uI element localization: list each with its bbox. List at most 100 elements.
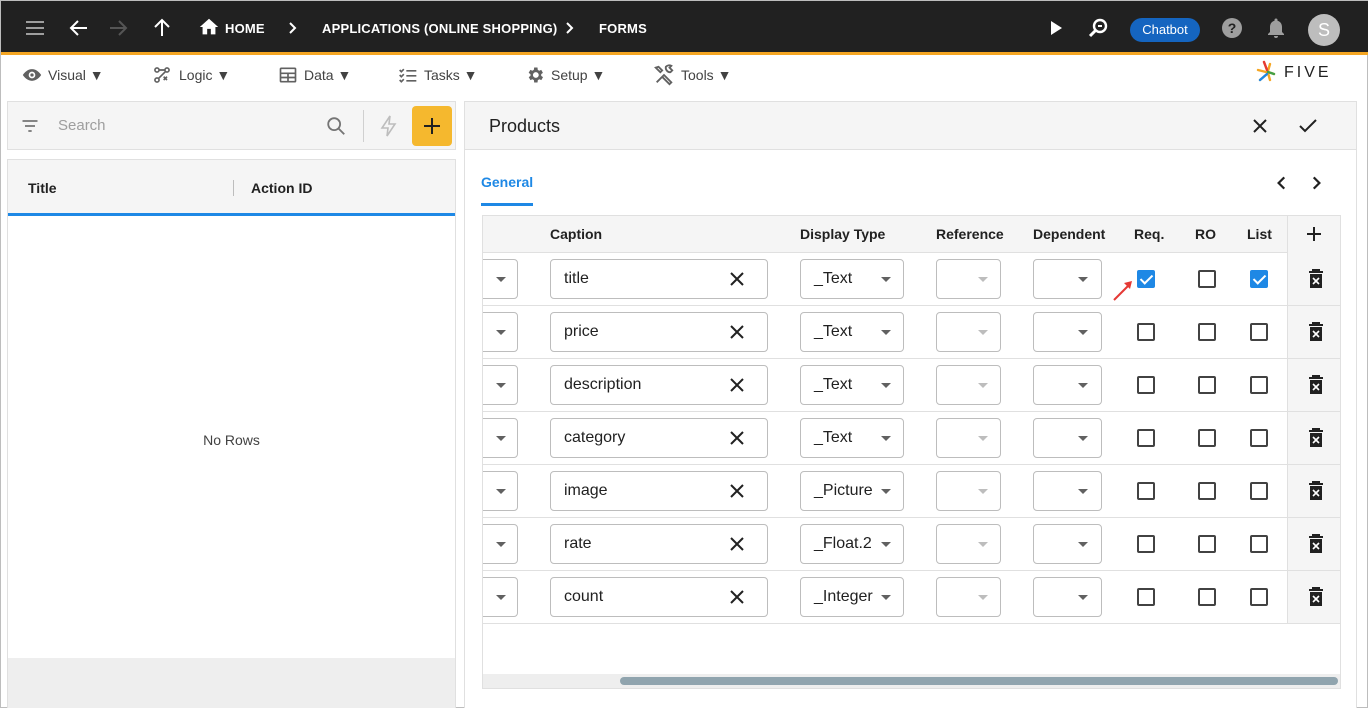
caption-input[interactable]: image	[550, 471, 768, 511]
read-only-checkbox[interactable]	[1198, 535, 1216, 553]
list-checkbox[interactable]	[1250, 270, 1268, 288]
caption-input[interactable]: title	[550, 259, 768, 299]
read-only-checkbox[interactable]	[1198, 323, 1216, 341]
chevron-right-icon[interactable]	[1307, 174, 1325, 192]
dependent-select[interactable]	[1033, 418, 1102, 458]
display-type-select[interactable]: _Text	[800, 312, 904, 352]
home-icon[interactable]	[198, 16, 222, 40]
caption-input[interactable]: description	[550, 365, 768, 405]
breadcrumb-applications[interactable]: APPLICATIONS (ONLINE SHOPPING)	[322, 21, 557, 36]
delete-trash-icon[interactable]	[1308, 375, 1324, 395]
dependent-select[interactable]	[1033, 471, 1102, 511]
dependent-select[interactable]	[1033, 577, 1102, 617]
list-checkbox[interactable]	[1250, 535, 1268, 553]
hamburger-menu-icon[interactable]	[23, 16, 47, 40]
notification-bell-icon[interactable]	[1264, 16, 1288, 40]
field-select[interactable]	[483, 524, 518, 564]
dependent-select[interactable]	[1033, 312, 1102, 352]
search-input[interactable]: Search	[58, 117, 106, 134]
read-only-checkbox[interactable]	[1198, 429, 1216, 447]
menu-logic[interactable]: Logic ▼	[151, 64, 230, 86]
close-icon[interactable]	[1248, 114, 1272, 138]
field-select[interactable]	[483, 471, 518, 511]
dependent-select[interactable]	[1033, 524, 1102, 564]
menu-setup[interactable]: Setup ▼	[525, 64, 605, 86]
list-checkbox[interactable]	[1250, 429, 1268, 447]
column-header-title[interactable]: Title	[28, 180, 57, 196]
clear-x-icon[interactable]	[729, 271, 745, 287]
menu-data[interactable]: Data ▼	[278, 64, 351, 86]
required-checkbox[interactable]	[1137, 270, 1155, 288]
list-checkbox[interactable]	[1250, 376, 1268, 394]
tab-general[interactable]: General	[481, 174, 533, 190]
read-only-checkbox[interactable]	[1198, 270, 1216, 288]
delete-trash-icon[interactable]	[1308, 269, 1324, 289]
caption-input[interactable]: category	[550, 418, 768, 458]
play-icon[interactable]	[1043, 16, 1067, 40]
debug-search-icon[interactable]	[1086, 16, 1110, 40]
horizontal-scrollbar[interactable]	[483, 674, 1340, 688]
read-only-checkbox[interactable]	[1198, 482, 1216, 500]
required-checkbox[interactable]	[1137, 588, 1155, 606]
reference-select[interactable]	[936, 365, 1001, 405]
search-icon[interactable]	[325, 115, 347, 137]
lightning-icon[interactable]	[377, 114, 401, 138]
field-select[interactable]	[483, 577, 518, 617]
reference-select[interactable]	[936, 418, 1001, 458]
reference-select[interactable]	[936, 471, 1001, 511]
column-header-action-id[interactable]: Action ID	[251, 180, 312, 196]
caption-input[interactable]: rate	[550, 524, 768, 564]
required-checkbox[interactable]	[1137, 535, 1155, 553]
reference-select[interactable]	[936, 259, 1001, 299]
field-select[interactable]	[483, 418, 518, 458]
dependent-select[interactable]	[1033, 259, 1102, 299]
menu-tasks[interactable]: Tasks ▼	[398, 64, 478, 86]
add-row-plus-icon[interactable]	[1304, 224, 1324, 244]
list-checkbox[interactable]	[1250, 323, 1268, 341]
reference-select[interactable]	[936, 577, 1001, 617]
display-type-select[interactable]: _Float.2	[800, 524, 904, 564]
display-type-select[interactable]: _Text	[800, 418, 904, 458]
caption-input[interactable]: count	[550, 577, 768, 617]
field-select[interactable]: n	[483, 365, 518, 405]
read-only-checkbox[interactable]	[1198, 376, 1216, 394]
delete-trash-icon[interactable]	[1308, 587, 1324, 607]
list-checkbox[interactable]	[1250, 588, 1268, 606]
display-type-select[interactable]: _Picture	[800, 471, 904, 511]
required-checkbox[interactable]	[1137, 429, 1155, 447]
scrollbar-thumb[interactable]	[620, 677, 1338, 685]
breadcrumb-forms[interactable]: FORMS	[599, 21, 647, 36]
required-checkbox[interactable]	[1137, 482, 1155, 500]
delete-trash-icon[interactable]	[1308, 428, 1324, 448]
display-type-select[interactable]: _Text	[800, 365, 904, 405]
caption-input[interactable]: price	[550, 312, 768, 352]
back-arrow-icon[interactable]	[67, 16, 91, 40]
delete-trash-icon[interactable]	[1308, 481, 1324, 501]
clear-x-icon[interactable]	[729, 536, 745, 552]
display-type-select[interactable]: _Text	[800, 259, 904, 299]
delete-trash-icon[interactable]	[1308, 534, 1324, 554]
breadcrumb-home[interactable]: HOME	[225, 21, 265, 36]
required-checkbox[interactable]	[1137, 376, 1155, 394]
clear-x-icon[interactable]	[729, 377, 745, 393]
required-checkbox[interactable]	[1137, 323, 1155, 341]
menu-tools[interactable]: Tools ▼	[653, 64, 731, 86]
delete-trash-icon[interactable]	[1308, 322, 1324, 342]
dependent-select[interactable]	[1033, 365, 1102, 405]
help-icon[interactable]: ?	[1220, 16, 1244, 40]
field-select[interactable]	[483, 312, 518, 352]
add-button[interactable]	[412, 106, 452, 146]
list-checkbox[interactable]	[1250, 482, 1268, 500]
display-type-select[interactable]: _Integer	[800, 577, 904, 617]
clear-x-icon[interactable]	[729, 324, 745, 340]
menu-visual[interactable]: Visual ▼	[22, 64, 104, 86]
read-only-checkbox[interactable]	[1198, 588, 1216, 606]
field-select[interactable]	[483, 259, 518, 299]
up-arrow-icon[interactable]	[150, 16, 174, 40]
user-avatar[interactable]: S	[1308, 14, 1340, 46]
clear-x-icon[interactable]	[729, 589, 745, 605]
reference-select[interactable]	[936, 524, 1001, 564]
reference-select[interactable]	[936, 312, 1001, 352]
filter-icon[interactable]	[20, 116, 40, 136]
chatbot-button[interactable]: Chatbot	[1130, 18, 1200, 42]
